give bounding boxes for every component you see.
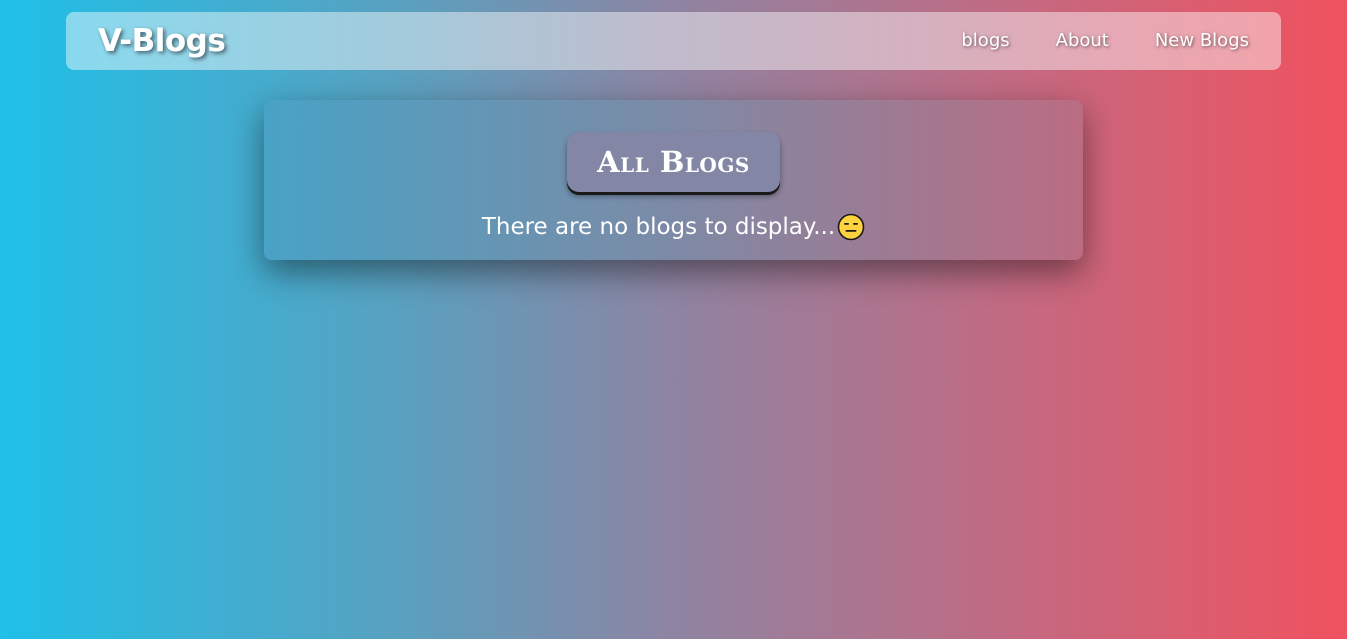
brand-logo[interactable]: V-Blogs	[98, 24, 226, 58]
navbar: V-Blogs blogs About New Blogs	[66, 12, 1281, 70]
nav-link-blogs[interactable]: blogs	[961, 31, 1009, 51]
blogs-card: All Blogs There are no blogs to display.…	[264, 100, 1083, 260]
page-title: All Blogs	[567, 132, 780, 192]
nav-links: blogs About New Blogs	[915, 12, 1249, 70]
nav-link-new-blogs[interactable]: New Blogs	[1155, 31, 1249, 51]
empty-message: There are no blogs to display...	[481, 214, 836, 240]
nav-link-about[interactable]: About	[1056, 31, 1109, 51]
empty-state: There are no blogs to display...	[264, 212, 1083, 242]
expressionless-face-icon	[837, 213, 865, 241]
